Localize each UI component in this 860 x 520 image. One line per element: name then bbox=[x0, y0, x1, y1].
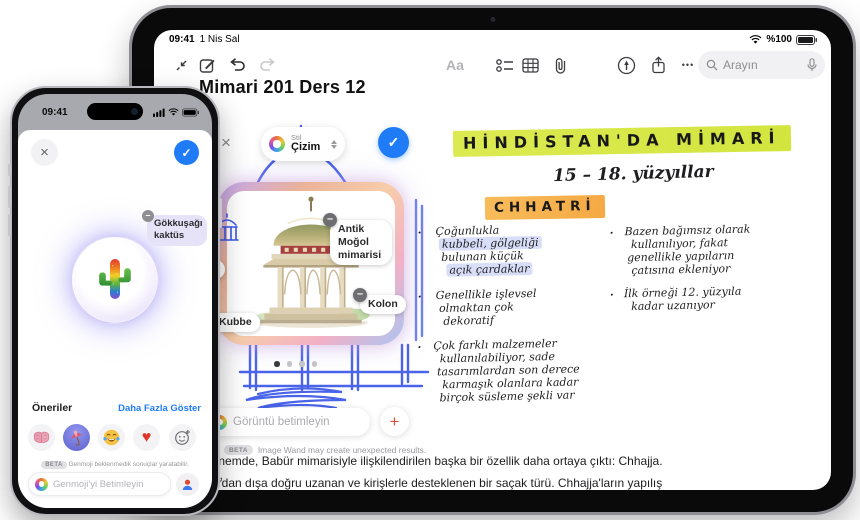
ipad-status-bar: 09:41 1 Nis Sal bbox=[169, 34, 240, 45]
page-dot[interactable] bbox=[299, 361, 305, 367]
new-emoji-button[interactable] bbox=[169, 424, 196, 451]
handwritten-bullet: · İlk örneği 12. yüzyıla kadar uzanıyor bbox=[622, 285, 742, 313]
mic-icon[interactable] bbox=[807, 58, 817, 72]
minimize-icon[interactable] bbox=[168, 52, 194, 78]
style-picker[interactable]: Stil Çizim bbox=[261, 127, 345, 161]
ipad-screen: 09:41 1 Nis Sal %100 Aa bbox=[154, 30, 831, 490]
remove-tag-button[interactable]: – bbox=[323, 213, 337, 227]
page-dot[interactable] bbox=[312, 361, 318, 367]
genmoji-sheet: × ✓ bbox=[18, 130, 212, 508]
page-dots[interactable] bbox=[274, 361, 317, 367]
handwritten-title: HİNDİSTAN'DA MİMARİ bbox=[453, 128, 791, 153]
handwritten-section: CHHATRİ bbox=[485, 198, 605, 216]
image-tag[interactable]: – Antik Moğol mimarisi bbox=[330, 220, 392, 265]
clock: 09:41 bbox=[42, 107, 68, 118]
undo-button[interactable] bbox=[224, 52, 250, 78]
chevron-up-down-icon bbox=[331, 140, 337, 149]
compose-button[interactable] bbox=[194, 52, 220, 78]
action-button bbox=[8, 164, 11, 176]
show-more-link[interactable]: Daha Fazla Göster bbox=[118, 403, 201, 414]
format-button[interactable]: Aa bbox=[442, 52, 468, 78]
add-button[interactable]: + bbox=[380, 407, 409, 436]
heart-emoji-button[interactable]: ♥ bbox=[133, 424, 160, 451]
checklist-button[interactable] bbox=[492, 52, 518, 78]
close-button[interactable]: × bbox=[31, 139, 58, 166]
ipad-status-right: %100 bbox=[749, 34, 817, 45]
remove-tag-button[interactable]: – bbox=[142, 210, 154, 222]
share-button[interactable] bbox=[645, 52, 671, 78]
attachment-button[interactable] bbox=[547, 52, 573, 78]
clock: 09:41 bbox=[169, 34, 195, 45]
search-field[interactable] bbox=[698, 51, 825, 79]
umbrella-genmoji-button[interactable] bbox=[63, 424, 90, 451]
rainbow-cactus-genmoji bbox=[95, 254, 135, 304]
confirm-image-button[interactable]: ✓ bbox=[378, 127, 409, 158]
suggestions-label: Öneriler bbox=[32, 402, 72, 414]
battery-icon bbox=[182, 108, 199, 117]
beta-badge: BETA bbox=[41, 461, 67, 469]
genmoji-tag[interactable]: – Gökkuşağı kaktüs bbox=[147, 215, 207, 246]
power-button bbox=[219, 198, 222, 228]
style-value: Çizim bbox=[291, 142, 320, 154]
apple-intelligence-icon bbox=[269, 136, 285, 152]
remove-tag-button[interactable]: – bbox=[353, 288, 367, 302]
person-icon bbox=[182, 479, 193, 491]
handwritten-bullet: · Çok farklı malzemeler kullanılabiliyor… bbox=[429, 336, 580, 404]
iphone-screen: 09:41 × ✓ bbox=[18, 94, 212, 508]
describe-image-input[interactable] bbox=[233, 416, 362, 428]
handwritten-bullet: · Çoğunlukla kubbeli, gölgeliği bulunan … bbox=[429, 223, 542, 277]
handwritten-subtitle: 15 – 18. yüzyıllar bbox=[553, 162, 714, 186]
beta-notice: BETA Genmoji beklenmedik sonuçlar yarata… bbox=[18, 461, 212, 468]
confirm-button[interactable]: ✓ bbox=[174, 140, 199, 165]
note-paragraph-line: ılardan dışa doğru uzanan ve kirişlerle … bbox=[205, 476, 675, 490]
joy-emoji-button[interactable] bbox=[98, 424, 125, 451]
page-title: Mimari 201 Ders 12 bbox=[199, 77, 366, 98]
wifi-icon bbox=[749, 35, 762, 45]
signal-icon bbox=[153, 108, 165, 117]
redo-button[interactable] bbox=[254, 52, 280, 78]
table-button[interactable] bbox=[517, 52, 543, 78]
markup-button[interactable] bbox=[613, 52, 639, 78]
iphone-device: 09:41 × ✓ bbox=[10, 86, 220, 516]
battery-icon bbox=[796, 35, 817, 45]
genmoji-describe-field[interactable] bbox=[28, 472, 171, 496]
search-icon bbox=[706, 59, 718, 71]
volume-down-button bbox=[8, 214, 11, 236]
search-input[interactable] bbox=[723, 58, 802, 72]
page-dot[interactable] bbox=[274, 361, 280, 367]
stage: 09:41 1 Nis Sal %100 Aa bbox=[0, 0, 860, 520]
image-tag[interactable]: – Kolon bbox=[360, 295, 406, 314]
brain-emoji-button[interactable] bbox=[28, 424, 55, 451]
describe-image-field[interactable] bbox=[204, 408, 370, 436]
date: 1 Nis Sal bbox=[200, 34, 240, 45]
front-camera-icon bbox=[490, 17, 495, 22]
handwritten-bullet: · Bazen bağımsız olarak kullanılıyor, fa… bbox=[621, 223, 751, 278]
genmoji-describe-input[interactable] bbox=[53, 479, 164, 490]
ipad-device: 09:41 1 Nis Sal %100 Aa bbox=[129, 5, 856, 515]
battery-percent: %100 bbox=[766, 34, 792, 45]
wifi-icon bbox=[168, 108, 179, 117]
iphone-status-right bbox=[153, 108, 199, 117]
page-dot[interactable] bbox=[287, 361, 293, 367]
dynamic-island bbox=[87, 103, 143, 120]
volume-up-button bbox=[8, 186, 11, 208]
apple-intelligence-icon bbox=[35, 478, 48, 491]
handwritten-bullet: · Genellikle işlevsel olmaktan çok dekor… bbox=[430, 287, 538, 328]
person-button[interactable] bbox=[176, 473, 199, 496]
